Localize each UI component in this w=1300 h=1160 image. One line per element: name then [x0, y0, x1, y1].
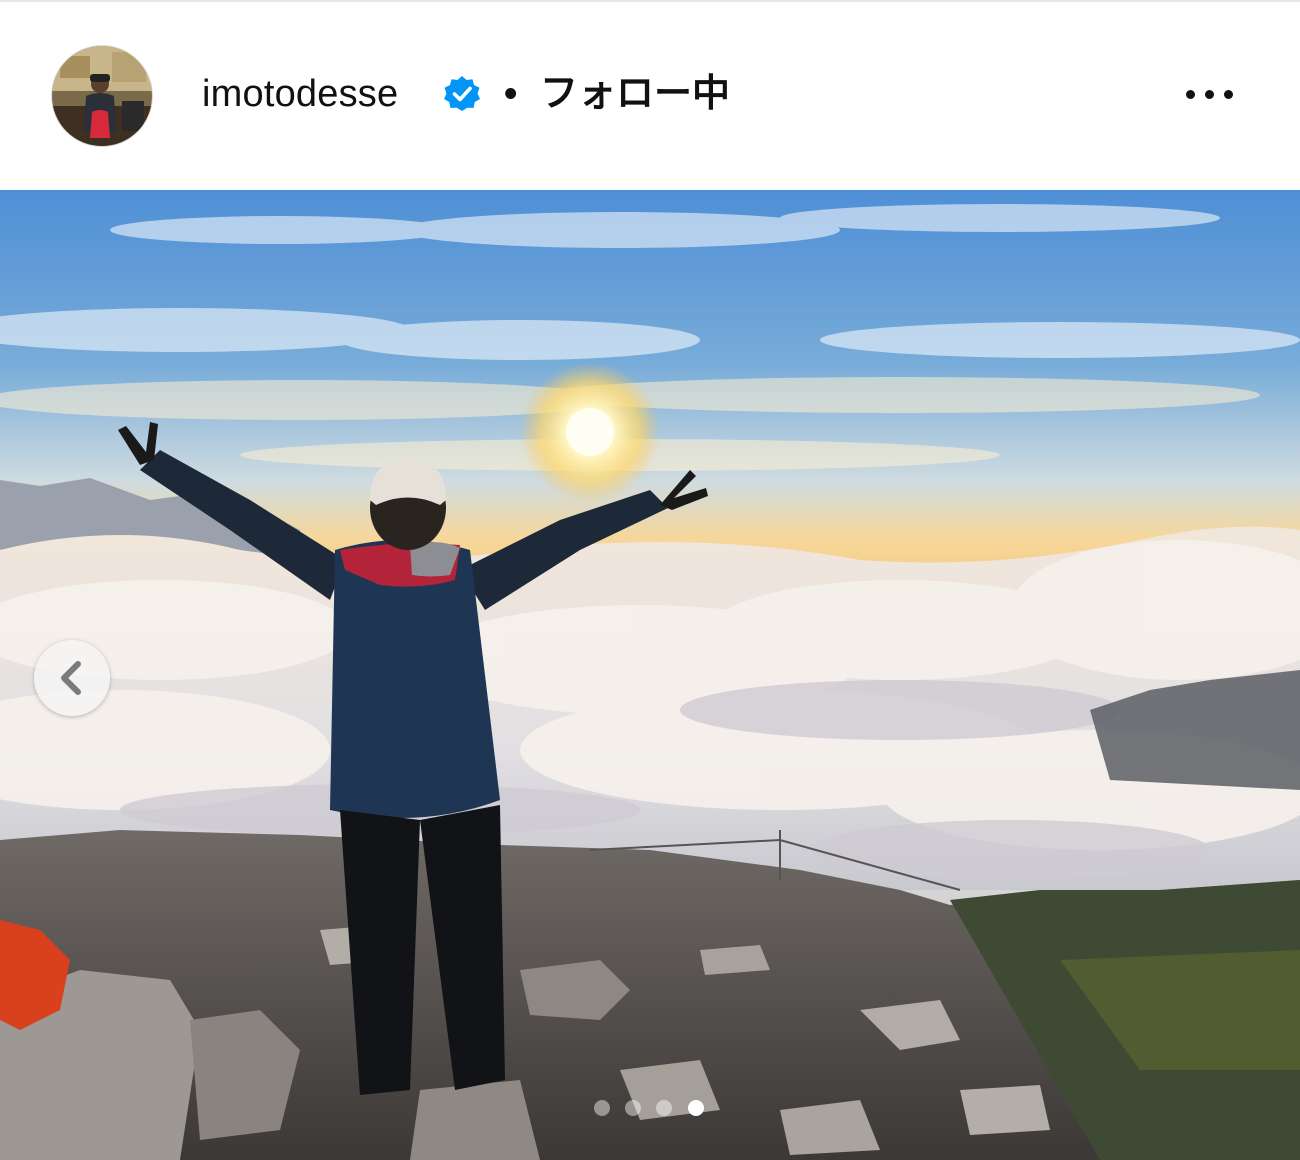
username-link[interactable]: imotodesse — [202, 68, 398, 120]
following-button[interactable]: フォロー中 — [540, 68, 730, 120]
mountain-sunrise-photo — [0, 190, 1300, 1160]
chevron-left-icon — [61, 661, 81, 695]
carousel-indicator — [592, 1098, 722, 1118]
carousel-dot — [625, 1100, 641, 1116]
carousel-dot — [656, 1100, 672, 1116]
separator-dot: • — [504, 73, 518, 115]
carousel-dot-active — [688, 1100, 704, 1116]
verified-badge-icon — [444, 76, 480, 111]
profile-avatar[interactable] — [52, 46, 152, 146]
more-options-icon[interactable] — [1180, 80, 1240, 110]
carousel-prev-button[interactable] — [34, 640, 110, 716]
post-image[interactable] — [0, 190, 1300, 1160]
carousel-dot — [594, 1100, 610, 1116]
post-header: imotodesse • フォロー中 — [0, 2, 1300, 190]
